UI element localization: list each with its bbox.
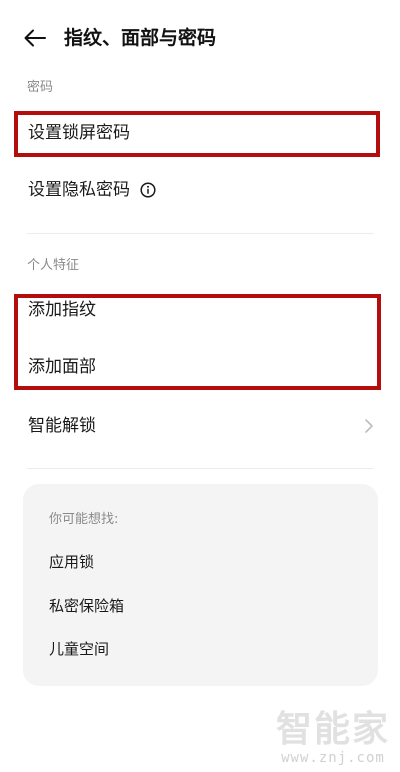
info-circle-icon[interactable]	[140, 182, 156, 198]
add-face-item[interactable]: 添加面部	[14, 347, 378, 387]
suggestions-title: 你可能想找:	[49, 512, 119, 527]
suggestion-private-safe[interactable]: 私密保险箱	[49, 595, 124, 617]
header-bar: 指纹、面部与密码	[0, 0, 400, 76]
add-face-label: 添加面部	[28, 357, 96, 377]
section-label-password: 密码	[27, 80, 54, 95]
suggestion-app-lock[interactable]: 应用锁	[49, 551, 94, 573]
add-fingerprint-label: 添加指纹	[28, 300, 96, 320]
page-title: 指纹、面部与密码	[64, 27, 217, 49]
set-lock-screen-password-label: 设置锁屏密码	[28, 123, 130, 143]
set-lock-screen-password-item[interactable]: 设置锁屏密码	[14, 113, 378, 153]
suggestions-card: 你可能想找: 应用锁 私密保险箱 儿童空间	[23, 484, 378, 686]
watermark: 智能家 www.znj.com	[275, 709, 390, 767]
back-button[interactable]	[20, 24, 50, 52]
watermark-url: www.znj.com	[281, 750, 385, 766]
arrow-left-icon	[24, 29, 46, 47]
section-label-personal-features: 个人特征	[27, 258, 80, 273]
add-fingerprint-item[interactable]: 添加指纹	[14, 290, 378, 330]
suggestion-kids-space[interactable]: 儿童空间	[49, 638, 109, 660]
smart-unlock-item[interactable]: 智能解锁	[14, 406, 378, 446]
smart-unlock-label: 智能解锁	[28, 416, 96, 436]
chevron-right-icon	[365, 419, 373, 433]
section-divider	[27, 468, 374, 469]
set-privacy-password-item[interactable]: 设置隐私密码	[14, 170, 378, 210]
watermark-logo: 智能家	[275, 709, 390, 750]
section-divider	[27, 233, 374, 234]
set-privacy-password-label: 设置隐私密码	[28, 180, 130, 200]
